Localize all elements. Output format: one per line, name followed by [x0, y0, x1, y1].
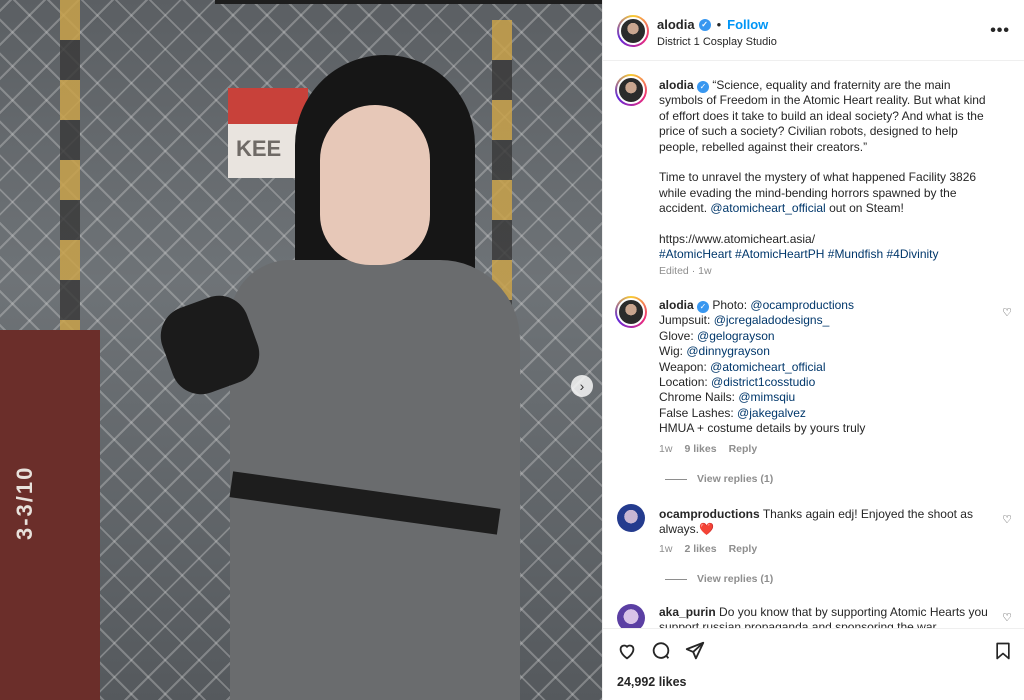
chevron-right-icon: ›: [579, 378, 585, 394]
comment-username[interactable]: ocamproductions: [659, 507, 760, 521]
credit-label: Weapon:: [659, 359, 711, 374]
credit-label: Location:: [659, 375, 712, 390]
likes-count[interactable]: 24,992 likes: [617, 675, 687, 689]
header-username[interactable]: alodia: [657, 17, 695, 32]
mention-link[interactable]: @jcregaladodesigns_: [714, 313, 830, 327]
credit-label: Chrome Nails:: [659, 390, 739, 405]
more-options-icon[interactable]: •••: [990, 22, 1010, 40]
photo-top-strip: [215, 0, 602, 4]
like-comment-heart-icon[interactable]: ♡: [1002, 611, 1012, 624]
next-photo-button[interactable]: ›: [571, 375, 593, 397]
mention-link[interactable]: @mimsqiu: [738, 390, 795, 404]
comments-list[interactable]: alodia ✓ “Science, equality and fraterni…: [603, 62, 1024, 628]
reply-button[interactable]: Reply: [729, 543, 758, 555]
cosplayer-figure: [120, 50, 540, 700]
reply-button[interactable]: Reply: [729, 443, 758, 455]
mention-link[interactable]: @atomicheart_official: [710, 201, 825, 215]
separator-dot: •: [716, 17, 722, 32]
post-photo: KEE 3-3/10 ›: [0, 0, 602, 700]
like-comment-heart-icon[interactable]: ♡: [1002, 513, 1012, 526]
hashtag-link[interactable]: #4Divinity: [886, 247, 938, 261]
credit-label: False Lashes:: [659, 405, 738, 420]
comment-username[interactable]: aka_purin: [659, 605, 716, 619]
hashtag-link[interactable]: #Mundfish: [828, 247, 883, 261]
verified-badge-icon: ✓: [697, 301, 710, 313]
comment-likes[interactable]: 2 likes: [684, 543, 716, 555]
credit-label: HMUA + costume details by yours truly: [659, 421, 866, 436]
divider: [665, 478, 687, 480]
view-replies-label: View replies (1): [697, 573, 774, 585]
like-heart-icon[interactable]: [615, 639, 639, 663]
credit-label: Glove:: [659, 328, 698, 343]
caption-paragraph: out on Steam!: [825, 201, 904, 216]
hashtag-link[interactable]: #AtomicHeart: [659, 247, 732, 261]
avatar[interactable]: [617, 15, 649, 47]
caption-text: alodia ✓ “Science, equality and fraterni…: [659, 78, 989, 263]
mention-link[interactable]: @gelograyson: [697, 329, 775, 343]
avatar[interactable]: [615, 74, 647, 106]
comment-bubble-icon[interactable]: [649, 639, 673, 663]
hashtag-link[interactable]: #AtomicHeartPH: [735, 247, 824, 261]
location-link[interactable]: District 1 Cosplay Studio: [657, 36, 777, 48]
avatar[interactable]: [617, 604, 645, 628]
post-header: alodia ✓ • Follow District 1 Cosplay Stu…: [603, 0, 1024, 61]
action-bar: [603, 628, 1024, 668]
comment-time: 1w: [659, 543, 673, 555]
comment-username[interactable]: alodia: [659, 298, 694, 312]
bookmark-icon[interactable]: [991, 639, 1015, 663]
comment-text: ocamproductions Thanks again edj! Enjoye…: [659, 507, 989, 538]
comment-text: aka_purin Do you know that by supporting…: [659, 605, 989, 628]
mention-link[interactable]: @jakegalvez: [737, 406, 806, 420]
caption-username[interactable]: alodia: [659, 78, 694, 92]
view-replies-label: View replies (1): [697, 473, 774, 485]
mention-link[interactable]: @ocamproductions: [750, 298, 854, 312]
heart-emoji: ❤️: [699, 522, 714, 537]
comment-likes[interactable]: 9 likes: [684, 443, 716, 455]
mention-link[interactable]: @dinnygrayson: [686, 344, 770, 358]
mention-link[interactable]: @atomicheart_official: [710, 360, 825, 374]
comment-text: alodia ✓ Photo: @ocamproductions Jumpsui…: [659, 298, 989, 437]
credit-label: Wig:: [659, 344, 687, 359]
edited-timestamp: Edited · 1w: [659, 265, 712, 277]
credit-label: Photo:: [712, 298, 751, 312]
credit-label: Jumpsuit:: [659, 313, 714, 328]
face: [320, 105, 430, 265]
hazard-stripe: [60, 0, 80, 330]
share-send-icon[interactable]: [683, 639, 707, 663]
verified-badge-icon: ✓: [697, 81, 710, 93]
like-comment-heart-icon[interactable]: ♡: [1002, 306, 1012, 319]
view-replies-button[interactable]: View replies (1): [665, 473, 773, 485]
mention-link[interactable]: @district1cosstudio: [711, 375, 815, 389]
avatar[interactable]: [617, 504, 645, 532]
verified-badge-icon: ✓: [698, 18, 711, 31]
comment-time: 1w: [659, 443, 673, 455]
crate-label: 3-3/10: [12, 465, 37, 540]
caption-url: https://www.atomicheart.asia/: [659, 232, 816, 247]
avatar[interactable]: [615, 296, 647, 328]
view-replies-button[interactable]: View replies (1): [665, 573, 773, 585]
post-side-panel: alodia ✓ • Follow District 1 Cosplay Stu…: [602, 0, 1024, 700]
divider: [665, 578, 687, 580]
follow-button[interactable]: Follow: [727, 17, 768, 32]
